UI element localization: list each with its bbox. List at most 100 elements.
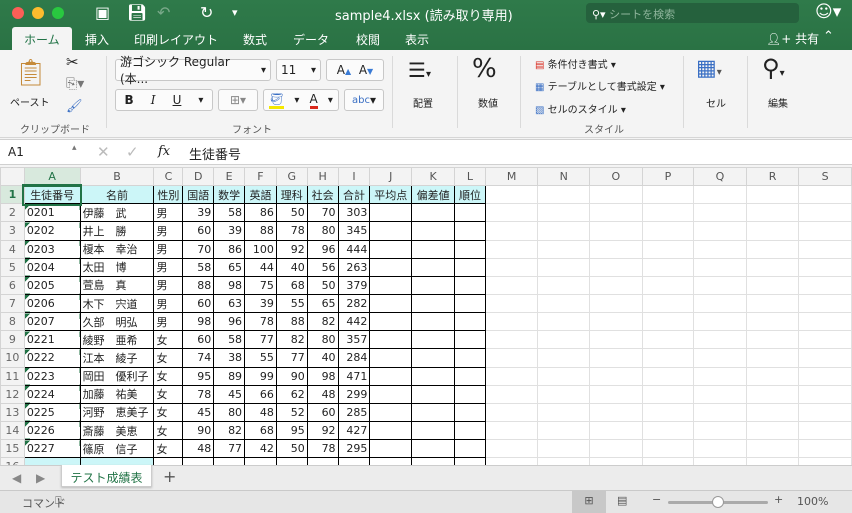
data-cell[interactable]	[454, 384, 486, 404]
insert-function-button[interactable]: fx	[158, 144, 170, 159]
empty-cell[interactable]	[537, 221, 591, 241]
data-cell[interactable]: 80	[306, 330, 339, 350]
data-cell[interactable]: 299	[337, 384, 371, 404]
close-window-button[interactable]	[12, 7, 24, 19]
empty-cell[interactable]	[798, 312, 852, 332]
underline-button[interactable]: U	[173, 93, 182, 107]
data-cell[interactable]	[411, 420, 456, 441]
row-header[interactable]: 11	[0, 366, 25, 386]
empty-cell[interactable]	[641, 402, 695, 422]
bold-button[interactable]: B	[125, 93, 134, 107]
data-cell[interactable]	[369, 457, 413, 465]
column-header-E[interactable]: E	[213, 167, 246, 187]
data-cell[interactable]: 60	[182, 330, 215, 350]
fill-color-icon[interactable]: 🪣︎	[269, 92, 285, 109]
row-header[interactable]: 14	[0, 420, 25, 441]
data-cell[interactable]: 96	[213, 312, 246, 332]
paste-icon[interactable]: 📋︎	[14, 58, 47, 88]
empty-cell[interactable]	[641, 257, 695, 277]
data-cell[interactable]	[454, 348, 486, 368]
empty-cell[interactable]	[745, 221, 800, 241]
empty-cell[interactable]	[589, 439, 643, 459]
empty-cell[interactable]	[641, 221, 695, 241]
empty-cell[interactable]	[745, 203, 800, 223]
empty-cell[interactable]	[693, 439, 747, 459]
macro-record-icon[interactable]: ⍞	[55, 494, 62, 508]
empty-cell[interactable]	[537, 257, 591, 277]
data-cell[interactable]	[411, 293, 456, 314]
empty-cell[interactable]	[641, 275, 695, 295]
data-cell[interactable]	[454, 221, 486, 241]
data-cell[interactable]	[369, 257, 413, 277]
cut-icon[interactable]: ✂	[66, 53, 79, 71]
data-cell[interactable]	[454, 257, 486, 277]
column-header-Q[interactable]: Q	[693, 167, 747, 187]
prev-sheet-icon[interactable]: ◀	[12, 471, 21, 485]
data-cell[interactable]: 86	[213, 239, 246, 259]
data-cell[interactable]: 男	[153, 293, 184, 314]
data-cell[interactable]	[454, 420, 486, 441]
empty-cell[interactable]	[745, 185, 800, 205]
header-cell[interactable]: 偏差値	[411, 185, 456, 205]
empty-cell[interactable]	[745, 348, 800, 368]
data-cell[interactable]	[369, 221, 413, 241]
sidebar-toggle-icon[interactable]: ▣	[95, 3, 110, 22]
data-cell[interactable]: 89	[213, 366, 246, 386]
italic-button[interactable]: I	[151, 93, 156, 107]
empty-cell[interactable]	[484, 420, 539, 441]
data-cell[interactable]: 萱島 真	[79, 275, 155, 295]
data-cell[interactable]: 78	[306, 439, 339, 459]
data-cell[interactable]	[798, 457, 852, 465]
data-cell[interactable]: 女	[153, 402, 184, 422]
data-cell[interactable]: 55	[244, 348, 277, 368]
data-cell[interactable]: 75	[244, 275, 277, 295]
customize-toolbar-icon[interactable]: ▾	[232, 6, 238, 19]
empty-cell[interactable]	[798, 439, 852, 459]
data-cell[interactable]	[369, 439, 413, 459]
empty-cell[interactable]	[693, 185, 747, 205]
data-cell[interactable]: 0202	[23, 221, 81, 241]
redo-icon[interactable]: ↻	[200, 3, 213, 22]
empty-cell[interactable]	[745, 330, 800, 350]
data-cell[interactable]: 98	[306, 366, 339, 386]
empty-cell[interactable]	[589, 221, 643, 241]
data-cell[interactable]: 92	[275, 239, 308, 259]
empty-cell[interactable]	[745, 293, 800, 314]
header-cell[interactable]: 名前	[79, 185, 155, 205]
data-cell[interactable]: 井上 勝	[79, 221, 155, 241]
data-cell[interactable]: 345	[337, 221, 371, 241]
empty-cell[interactable]	[693, 384, 747, 404]
data-cell[interactable]: 0222	[23, 348, 81, 368]
format-painter-icon[interactable]: 🖌︎	[66, 99, 83, 114]
data-cell[interactable]: 88	[182, 275, 215, 295]
empty-cell[interactable]	[537, 384, 591, 404]
data-cell[interactable]: 88	[275, 312, 308, 332]
data-cell[interactable]: 66	[244, 384, 277, 404]
header-cell[interactable]: 性別	[153, 185, 184, 205]
empty-cell[interactable]	[484, 439, 539, 459]
empty-cell[interactable]	[798, 257, 852, 277]
data-cell[interactable]	[369, 239, 413, 259]
data-cell[interactable]: 98	[213, 275, 246, 295]
header-cell[interactable]: 合計	[337, 185, 371, 205]
data-cell[interactable]: 40	[306, 348, 339, 368]
formula-input[interactable]: 生徒番号	[189, 144, 241, 163]
empty-cell[interactable]	[537, 312, 591, 332]
data-cell[interactable]	[641, 457, 695, 465]
column-header-I[interactable]: I	[337, 167, 371, 187]
data-cell[interactable]: 岡田 優利子	[79, 366, 155, 386]
empty-cell[interactable]	[641, 239, 695, 259]
empty-cell[interactable]	[693, 330, 747, 350]
data-cell[interactable]: 女	[153, 366, 184, 386]
empty-cell[interactable]	[745, 312, 800, 332]
data-cell[interactable]	[213, 457, 246, 465]
column-header-K[interactable]: K	[411, 167, 456, 187]
data-cell[interactable]	[411, 330, 456, 350]
empty-cell[interactable]	[537, 402, 591, 422]
data-cell[interactable]: 80	[306, 221, 339, 241]
data-cell[interactable]: 0204	[23, 257, 81, 277]
row-header[interactable]: 7	[0, 293, 25, 314]
data-cell[interactable]: 女	[153, 420, 184, 441]
data-cell[interactable]: 100	[244, 239, 277, 259]
data-cell[interactable]	[79, 457, 155, 465]
